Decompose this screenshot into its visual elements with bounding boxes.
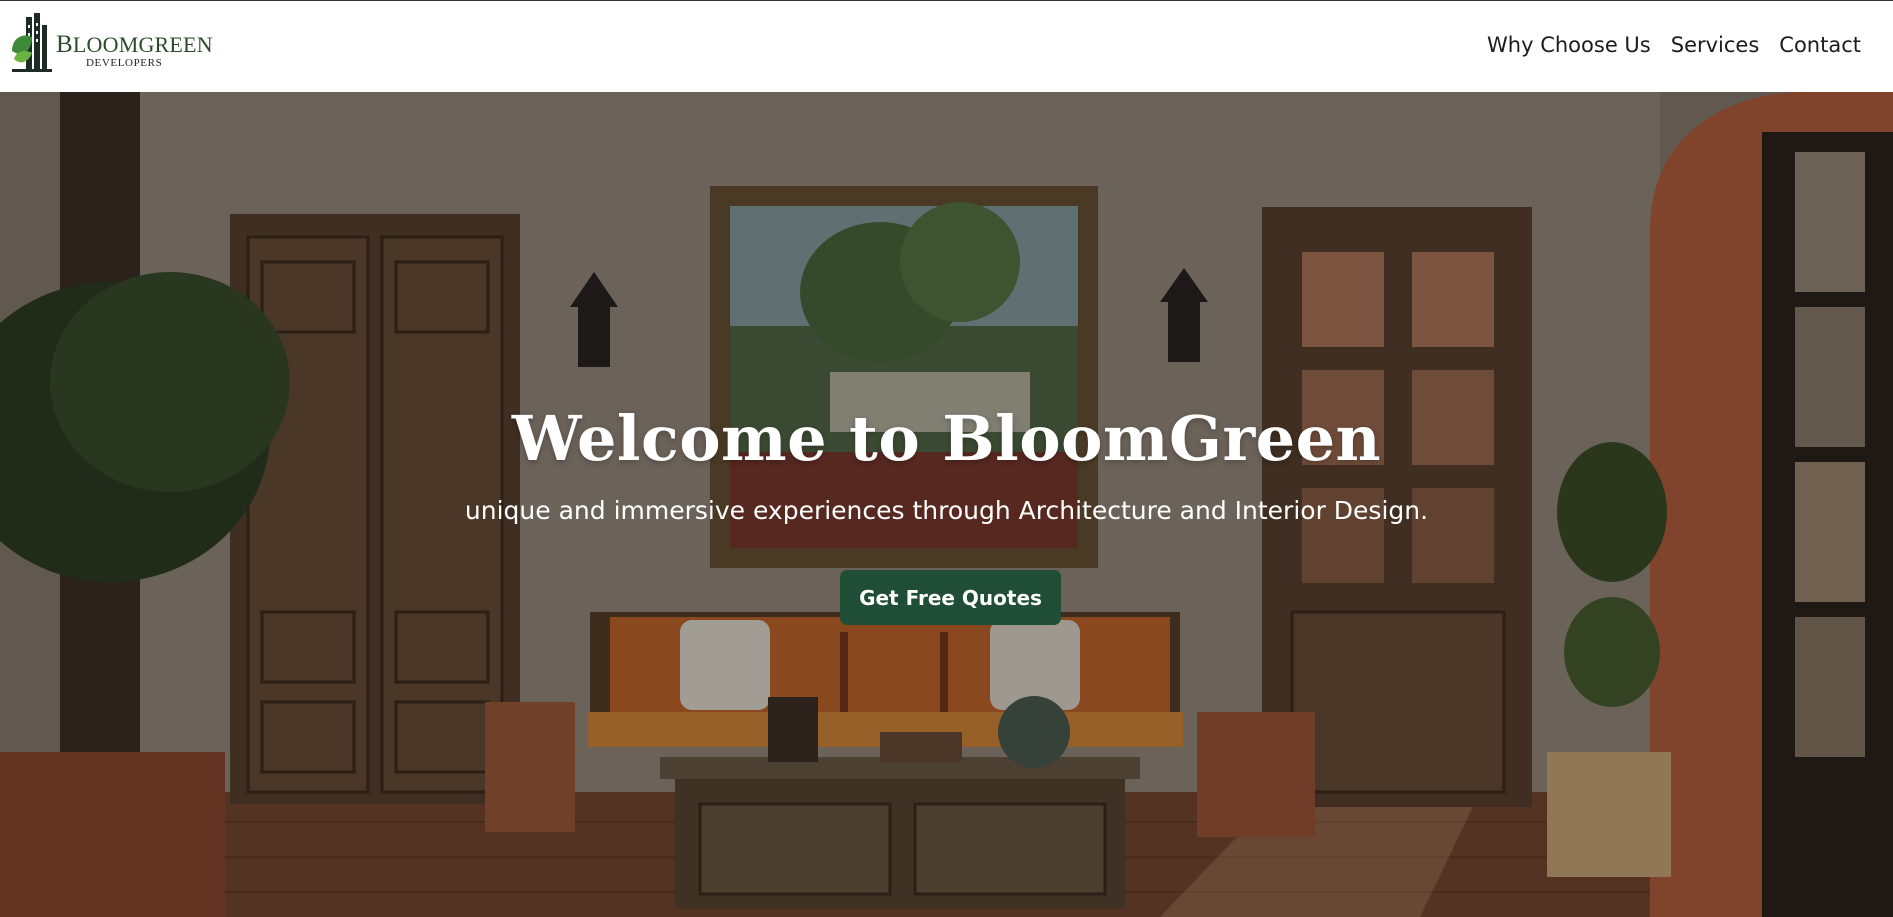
nav-why-choose-us[interactable]: Why Choose Us <box>1487 33 1651 57</box>
logo[interactable]: BLOOMGREEN DEVELOPERS <box>10 11 213 77</box>
building-leaf-logo-icon <box>12 13 52 72</box>
site-header: BLOOMGREEN DEVELOPERS Why Choose Us Serv… <box>0 0 1893 92</box>
hero-title: Welcome to BloomGreen <box>511 402 1382 475</box>
logo-title: BLOOMGREEN <box>56 31 213 59</box>
main-nav: Why Choose Us Services Contact <box>1487 33 1861 57</box>
logo-title-rest: LOOMGREEN <box>72 32 213 57</box>
nav-contact[interactable]: Contact <box>1779 33 1861 57</box>
nav-services[interactable]: Services <box>1671 33 1760 57</box>
hero-section: Welcome to BloomGreen unique and immersi… <box>0 92 1893 917</box>
get-free-quotes-button[interactable]: Get Free Quotes <box>840 570 1061 625</box>
logo-subtitle: DEVELOPERS <box>86 57 163 69</box>
hero-subtitle: unique and immersive experiences through… <box>464 496 1429 525</box>
logo-title-lead: B <box>56 31 73 58</box>
